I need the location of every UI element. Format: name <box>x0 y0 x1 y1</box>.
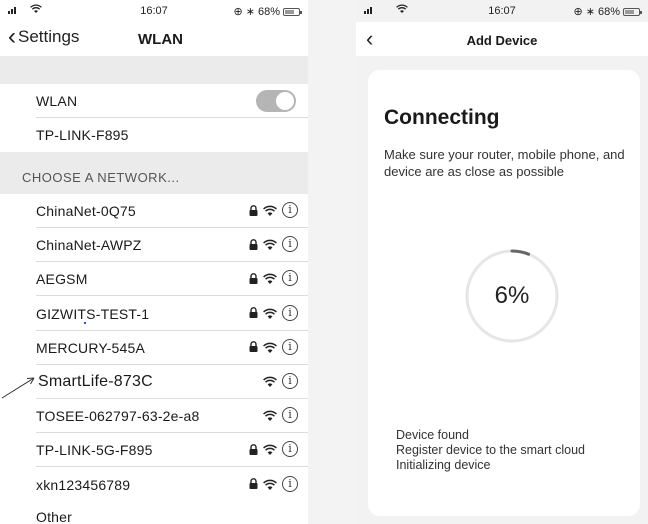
signal-icon <box>8 7 16 14</box>
network-name: AEGSM <box>36 271 88 288</box>
lock-icon <box>248 443 258 455</box>
status-bar: 16:07 ⊕ ∗ 68% <box>356 0 648 22</box>
wifi-icon <box>263 307 277 319</box>
step-item: Initializing device <box>396 458 491 472</box>
network-row[interactable]: ChinaNet-0Q75 i <box>0 194 308 228</box>
section-header: CHOOSE A NETWORK... <box>0 152 308 194</box>
section-header-label: CHOOSE A NETWORK... <box>22 170 180 185</box>
back-button[interactable]: ‹ Settings <box>8 23 80 50</box>
info-icon[interactable]: i <box>282 441 298 458</box>
lock-icon <box>248 341 258 353</box>
navigation-bar: ‹ Add Device <box>356 22 648 56</box>
network-name: xkn123456789 <box>36 476 131 493</box>
wifi-icon <box>263 478 277 490</box>
lock-icon <box>248 272 258 284</box>
network-row[interactable]: GIZWITS-TEST-1 i <box>0 296 308 331</box>
step-item: Device found <box>396 428 469 442</box>
info-icon[interactable]: i <box>282 338 298 355</box>
network-name: GIZWITS-TEST-1 <box>36 305 150 322</box>
add-device-screen: 16:07 ⊕ ∗ 68% ‹ Add Device Connecting Ma… <box>356 0 648 524</box>
wifi-icon <box>263 238 277 251</box>
wlan-toggle-row: WLAN <box>0 84 308 118</box>
info-icon[interactable]: i <box>282 475 298 492</box>
navigation-bar: ‹ Settings WLAN <box>0 22 308 56</box>
info-icon[interactable]: i <box>282 407 298 424</box>
alarm-icon: ⊕ <box>233 6 243 18</box>
card-description: Make sure your router, mobile phone, and… <box>384 147 625 179</box>
wlan-toggle[interactable] <box>256 90 296 112</box>
status-time: 16:07 <box>140 5 168 17</box>
step-item: Register device to the smart cloud <box>396 443 585 457</box>
connecting-card: Connecting Make sure your router, mobile… <box>368 70 640 516</box>
network-name: ChinaNet-AWPZ <box>36 237 142 254</box>
lock-icon <box>248 238 258 250</box>
step-list: Device found Register device to the smar… <box>396 428 585 473</box>
signal-icon <box>364 7 372 14</box>
connected-network-name: TP-LINK-F895 <box>36 127 129 143</box>
network-row[interactable]: TOSEE-062797-63-2e-a8 i <box>0 399 308 434</box>
wifi-status-icon <box>396 4 408 17</box>
wlan-label: WLAN <box>36 93 78 109</box>
status-bar: 16:07 ⊕ ∗ 68% <box>0 0 308 22</box>
info-icon[interactable]: i <box>282 304 298 321</box>
annotation-arrow <box>1 377 35 399</box>
lock-icon <box>248 478 258 490</box>
lock-icon <box>248 307 258 319</box>
alarm-icon: ⊕ <box>573 6 583 18</box>
wlan-settings-screen: 16:07 ⊕ ∗ 68% ‹ Settings WLAN WLAN TP-LI… <box>0 0 308 524</box>
wifi-icon <box>263 375 277 387</box>
wifi-icon <box>263 272 277 285</box>
network-row[interactable]: AEGSM i <box>0 262 308 297</box>
battery-icon <box>623 7 642 16</box>
toggle-knob <box>276 92 294 110</box>
page-title: WLAN <box>138 31 183 48</box>
wifi-icon <box>263 341 277 353</box>
progress-percent: 6% <box>494 282 530 309</box>
network-row[interactable]: xkn123456789 i <box>0 467 308 502</box>
wifi-icon <box>263 443 277 456</box>
other-network-row[interactable]: Other <box>0 500 308 524</box>
battery-percent: 68% <box>257 5 280 18</box>
network-name: ChinaNet-0Q75 <box>36 203 136 219</box>
network-name: SmartLife-873C <box>38 373 153 390</box>
info-icon[interactable]: i <box>282 373 298 389</box>
back-label: Settings <box>18 27 80 46</box>
network-name: MERCURY-545A <box>36 339 145 356</box>
info-icon[interactable]: i <box>282 236 298 253</box>
network-row[interactable]: MERCURY-545A i <box>0 330 308 365</box>
battery-percent: 68% <box>597 5 620 18</box>
network-row[interactable]: SmartLife-873C i <box>0 365 308 399</box>
info-icon[interactable]: i <box>282 202 298 218</box>
wifi-icon <box>263 204 277 216</box>
wifi-status-icon <box>30 4 42 17</box>
network-row[interactable]: TP-LINK-5G-F895 i <box>0 433 308 468</box>
chevron-left-icon: ‹ <box>8 23 16 50</box>
lock-icon <box>248 204 258 216</box>
page-title: Add Device <box>466 33 538 48</box>
battery-icon <box>283 7 302 16</box>
network-name: TOSEE-062797-63-2e-a8 <box>36 408 200 425</box>
connected-network-row[interactable]: TP-LINK-F895 <box>0 118 308 152</box>
bluetooth-icon: ∗ <box>245 6 255 18</box>
bluetooth-icon: ∗ <box>585 6 595 18</box>
other-label: Other <box>36 509 73 524</box>
group-spacer <box>0 56 308 84</box>
status-time: 16:07 <box>488 5 516 17</box>
card-title: Connecting <box>384 106 500 129</box>
ink-mark <box>84 322 86 324</box>
network-name: TP-LINK-5G-F895 <box>36 442 153 459</box>
wifi-icon <box>263 409 277 422</box>
network-row[interactable]: ChinaNet-AWPZ i <box>0 228 308 263</box>
info-icon[interactable]: i <box>282 270 298 287</box>
